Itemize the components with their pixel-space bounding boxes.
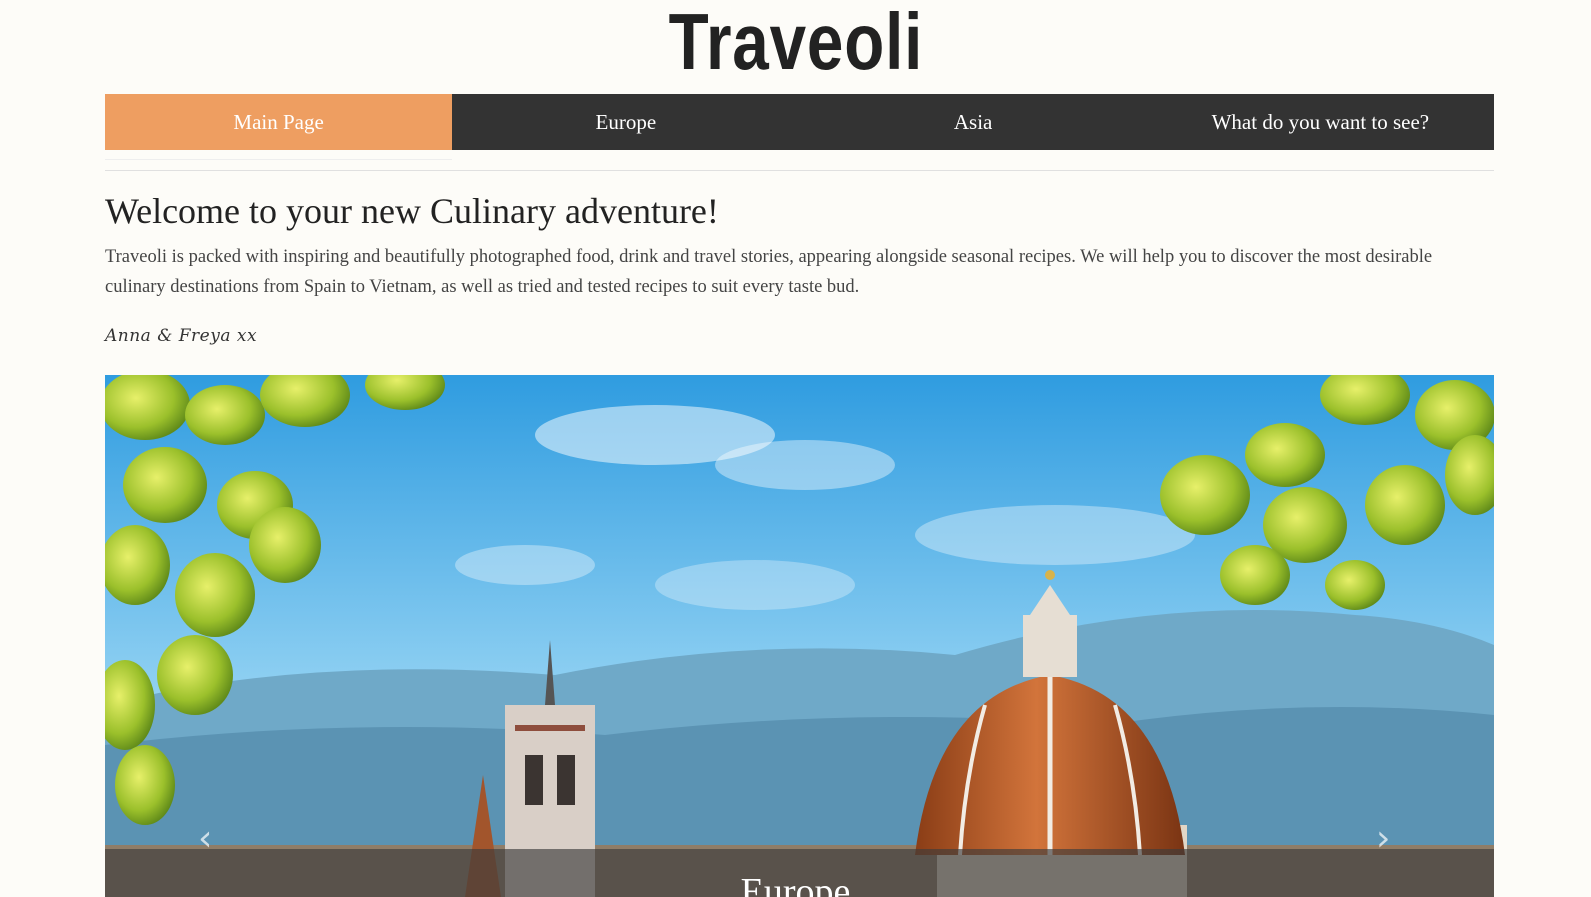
hero-carousel[interactable] bbox=[105, 375, 1494, 897]
site-logo[interactable]: Traveoli bbox=[144, 0, 1449, 88]
carousel-caption: Europe bbox=[740, 871, 851, 897]
chevron-left-icon[interactable]: ‹ bbox=[198, 818, 212, 859]
main-nav: Main Page Europe Asia What do you want t… bbox=[105, 94, 1494, 150]
nav-active-underline bbox=[105, 150, 452, 160]
nav-item-main-page[interactable]: Main Page bbox=[105, 94, 453, 150]
signature: Anna & Freya xx bbox=[105, 326, 258, 346]
carousel-image bbox=[105, 375, 1494, 897]
intro-paragraph: Traveoli is packed with inspiring and be… bbox=[105, 247, 1433, 297]
divider bbox=[105, 170, 1494, 171]
nav-item-europe[interactable]: Europe bbox=[452, 94, 799, 150]
nav-item-what-to-see[interactable]: What do you want to see? bbox=[1147, 94, 1494, 150]
chevron-right-icon[interactable]: › bbox=[1376, 818, 1390, 859]
nav-item-asia[interactable]: Asia bbox=[800, 94, 1147, 150]
page-title: Welcome to your new Culinary adventure! bbox=[105, 191, 719, 231]
